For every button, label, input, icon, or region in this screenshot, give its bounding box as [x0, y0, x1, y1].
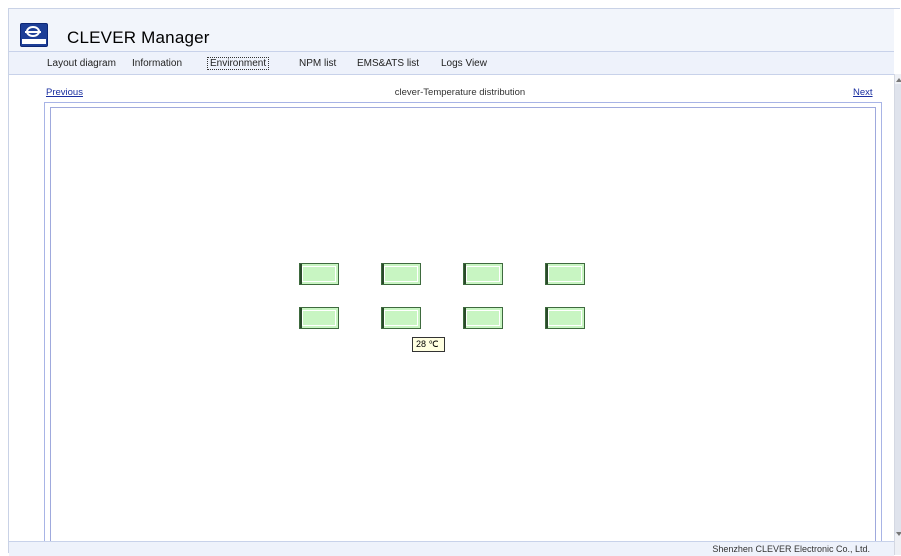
temperature-tooltip: 28 ℃ — [412, 337, 445, 352]
vertical-scrollbar[interactable] — [894, 74, 901, 555]
app-title: CLEVER Manager — [67, 28, 210, 47]
nav-item-layout-diagram[interactable]: Layout diagram — [47, 58, 116, 69]
clever-logo-icon — [20, 23, 48, 47]
sensor-box[interactable] — [545, 307, 585, 329]
sensor-box[interactable] — [299, 307, 339, 329]
nav-item-npm-list[interactable]: NPM list — [299, 58, 336, 69]
nav-item-environment[interactable]: Environment — [207, 57, 270, 70]
scroll-down-icon[interactable] — [896, 532, 901, 536]
nav-item-information[interactable]: Information — [132, 58, 182, 69]
nav-item-logs-view[interactable]: Logs View — [441, 58, 487, 69]
sensor-box[interactable] — [463, 307, 503, 329]
temperature-diagram — [50, 107, 876, 555]
next-link[interactable]: Next — [853, 87, 873, 98]
logo-wordmark — [22, 39, 46, 44]
nav-item-ems-ats-list[interactable]: EMS&ATS list — [357, 58, 419, 69]
sensor-box[interactable] — [381, 263, 421, 285]
sensor-box[interactable] — [463, 263, 503, 285]
previous-link[interactable]: Previous — [46, 87, 83, 98]
main-nav: Layout diagram Information Environment N… — [9, 52, 894, 75]
scroll-up-icon[interactable] — [896, 78, 901, 82]
page-title: clever-Temperature distribution — [394, 87, 526, 98]
app-header: CLEVER Manager — [9, 9, 894, 52]
footer: Shenzhen CLEVER Electronic Co., Ltd. — [9, 541, 894, 556]
footer-copyright: Shenzhen CLEVER Electronic Co., Ltd. — [712, 544, 870, 554]
sensor-box[interactable] — [545, 263, 585, 285]
logo-bar — [25, 31, 41, 33]
scroll-thumb[interactable] — [895, 84, 901, 534]
sensor-box[interactable] — [381, 307, 421, 329]
sensor-box[interactable] — [299, 263, 339, 285]
